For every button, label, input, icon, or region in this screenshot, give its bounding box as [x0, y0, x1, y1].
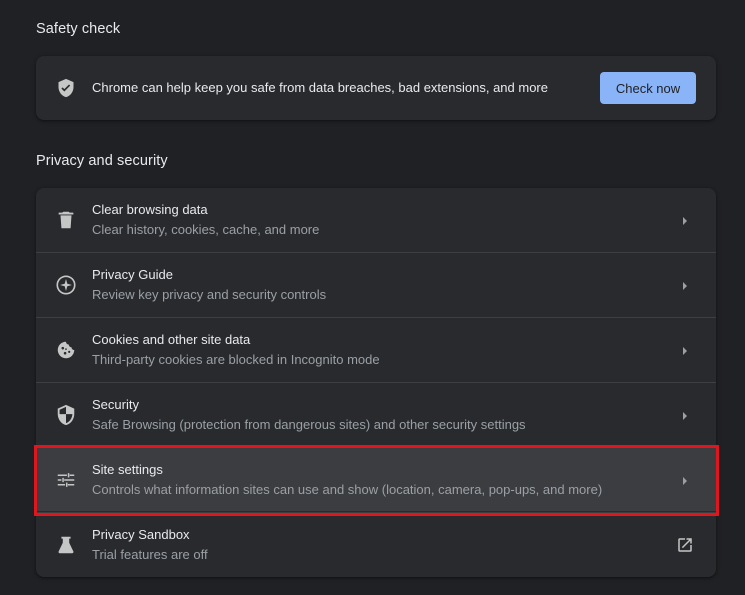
row-title: Security: [92, 397, 139, 412]
safety-check-description: Chrome can help keep you safe from data …: [92, 80, 548, 95]
row-subtitle: Trial features are off: [92, 547, 208, 562]
compass-icon: [55, 274, 77, 296]
privacy-security-heading: Privacy and security: [36, 153, 168, 169]
row-title: Privacy Guide: [92, 267, 173, 282]
row-privacy-guide[interactable]: Privacy Guide Review key privacy and sec…: [36, 252, 716, 316]
chevron-right-icon: [680, 409, 690, 421]
open-in-new-icon[interactable]: [676, 536, 694, 554]
row-title: Clear browsing data: [92, 202, 208, 217]
row-cookies[interactable]: Cookies and other site data Third-party …: [36, 317, 716, 381]
tune-sliders-icon: [55, 469, 77, 491]
row-subtitle: Third-party cookies are blocked in Incog…: [92, 352, 380, 367]
row-subtitle: Controls what information sites can use …: [92, 482, 603, 497]
row-clear-browsing-data[interactable]: Clear browsing data Clear history, cooki…: [36, 188, 716, 252]
row-subtitle: Review key privacy and security controls: [92, 287, 327, 302]
row-title: Cookies and other site data: [92, 332, 251, 347]
safety-check-card: Chrome can help keep you safe from data …: [36, 56, 716, 120]
trash-icon: [55, 209, 77, 231]
check-now-button[interactable]: Check now: [600, 72, 696, 104]
shield-check-icon: [56, 78, 76, 98]
row-title: Privacy Sandbox: [92, 527, 190, 542]
chevron-right-icon: [680, 279, 690, 291]
row-subtitle: Clear history, cookies, cache, and more: [92, 222, 320, 237]
row-privacy-sandbox[interactable]: Privacy Sandbox Trial features are off: [36, 512, 716, 576]
flask-icon: [55, 534, 77, 556]
chevron-right-icon: [680, 214, 690, 226]
chevron-right-icon: [680, 474, 690, 486]
chevron-right-icon: [680, 344, 690, 356]
safety-check-heading: Safety check: [36, 21, 121, 37]
row-subtitle: Safe Browsing (protection from dangerous…: [92, 417, 526, 432]
shield-icon: [55, 404, 77, 426]
row-security[interactable]: Security Safe Browsing (protection from …: [36, 382, 716, 446]
cookie-icon: [55, 339, 77, 361]
privacy-security-card: Clear browsing data Clear history, cooki…: [36, 188, 716, 577]
row-title: Site settings: [92, 462, 163, 477]
row-site-settings[interactable]: Site settings Controls what information …: [36, 447, 716, 511]
